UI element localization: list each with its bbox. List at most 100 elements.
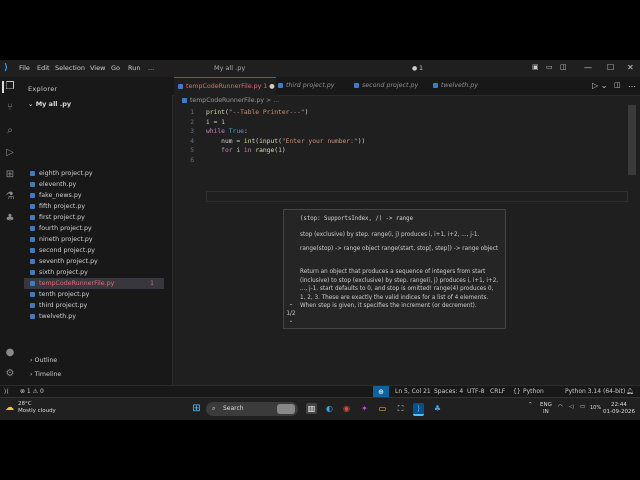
- menu-view[interactable]: View: [90, 64, 105, 72]
- pager-text: 1/2: [286, 311, 296, 317]
- run-debug-icon[interactable]: ▷: [4, 147, 16, 159]
- more-actions-icon[interactable]: …: [628, 80, 636, 89]
- menu-edit[interactable]: Edit: [37, 64, 50, 72]
- tray-chevron-icon[interactable]: ⌃: [528, 402, 533, 409]
- file-item[interactable]: twelveth.py: [24, 311, 164, 322]
- encoding[interactable]: UTF-8: [467, 388, 485, 395]
- menu-selection[interactable]: Selection: [55, 64, 85, 72]
- python-file-icon: [30, 269, 35, 275]
- folder-my-all[interactable]: ⌄ My all .py: [28, 100, 71, 108]
- cursor-position[interactable]: Ln 5, Col 21: [395, 388, 431, 395]
- language-mode[interactable]: Python: [523, 388, 544, 395]
- wifi-icon[interactable]: ◠: [558, 404, 563, 411]
- end-of-line[interactable]: CRLF: [490, 388, 505, 395]
- weather-temp: 28°C: [18, 401, 32, 407]
- task-view-icon[interactable]: ▥: [306, 403, 317, 414]
- pager-down-icon[interactable]: ⌄: [286, 318, 296, 325]
- chrome-icon[interactable]: ◉: [341, 403, 352, 414]
- signature-pager[interactable]: ⌃ 1/2 ⌄: [286, 304, 296, 325]
- python-interpreter[interactable]: Python 3.14 (64-bit): [565, 388, 625, 395]
- outline-section[interactable]: › Outline: [30, 357, 57, 364]
- edge-icon[interactable]: ◐: [324, 403, 335, 414]
- close-button[interactable]: ✕: [627, 63, 634, 72]
- panel-icon[interactable]: ▭: [546, 63, 553, 71]
- file-item[interactable]: sixth project.py: [24, 267, 164, 278]
- file-label: seventh project.py: [39, 258, 98, 265]
- bell-icon[interactable]: 🔔︎: [626, 388, 634, 395]
- minimize-button[interactable]: —: [584, 63, 592, 72]
- python-icon[interactable]: ♣: [4, 213, 16, 225]
- store-icon[interactable]: ⛶: [395, 403, 406, 414]
- title-bar: ⟩ File Edit Selection View Go Run ... My…: [0, 60, 640, 78]
- search-icon[interactable]: ⌕: [4, 125, 16, 137]
- file-item[interactable]: seventh project.py: [24, 256, 164, 267]
- volume-icon[interactable]: ◁: [569, 404, 573, 411]
- file-explorer-icon[interactable]: ▭: [377, 403, 388, 414]
- tab-second-project[interactable]: second project.py: [350, 77, 432, 95]
- run-file-icon[interactable]: ▷ ⌄: [592, 81, 607, 90]
- file-label: eighth project.py: [39, 170, 93, 177]
- layout-icon[interactable]: ▣: [532, 63, 539, 71]
- explorer-title: Explorer: [28, 85, 58, 93]
- tab-label: tempCodeRunnerFile.py: [186, 83, 262, 90]
- vscode-taskbar-icon[interactable]: ⟩: [413, 403, 424, 416]
- taskbar-search[interactable]: ⌕ Search: [206, 402, 298, 416]
- file-item[interactable]: fifth project.py: [24, 201, 164, 212]
- breadcrumb-text: tempCodeRunnerFile.py > ...: [190, 97, 280, 104]
- code-line[interactable]: for i in range(1): [206, 147, 286, 154]
- explorer-icon[interactable]: ❐: [2, 81, 16, 93]
- file-item[interactable]: tenth project.py: [24, 289, 164, 300]
- file-item[interactable]: third project.py: [24, 300, 164, 311]
- timeline-section[interactable]: › Timeline: [30, 371, 61, 378]
- indentation[interactable]: Spaces: 4: [434, 388, 463, 395]
- python-taskbar-icon[interactable]: ♣: [432, 403, 443, 414]
- sync-badge[interactable]: ● 1: [412, 65, 423, 72]
- tab-tempcoderunnerfile[interactable]: tempCodeRunnerFile.py 1 ●: [174, 77, 276, 96]
- account-icon[interactable]: ●: [4, 347, 16, 359]
- copilot-icon[interactable]: ✦: [359, 403, 370, 414]
- hover-line-2: range(stop) -> range object range(start,…: [300, 246, 499, 252]
- code-line[interactable]: print("--Table Printer---"): [206, 109, 308, 116]
- clock[interactable]: 22:44 01-09-2026: [603, 402, 635, 416]
- language-indicator[interactable]: ENG IN: [540, 402, 552, 416]
- windows-start-icon[interactable]: ⊞: [191, 403, 202, 414]
- file-item[interactable]: eighth project.py: [24, 168, 164, 179]
- code-line[interactable]: i = 1: [206, 119, 225, 126]
- testing-icon[interactable]: ⚗: [4, 191, 16, 203]
- weather-widget[interactable]: 28°C Mostly cloudy: [18, 401, 56, 415]
- file-item[interactable]: fake_news.py: [24, 190, 164, 201]
- source-control-icon[interactable]: ⑂: [4, 102, 16, 114]
- tab-label: twelveth.py: [441, 82, 479, 89]
- python-file-icon: [30, 192, 35, 198]
- problems-status[interactable]: ⊗ 1 ⚠ 0: [20, 388, 44, 395]
- editor-scrollbar[interactable]: [628, 105, 636, 175]
- settings-gear-icon[interactable]: ⚙: [4, 368, 16, 380]
- python-file-icon: [354, 82, 359, 88]
- tab-third-project[interactable]: third project.py: [274, 77, 348, 95]
- python-file-icon: [182, 97, 187, 103]
- weather-icon[interactable]: ☁: [5, 403, 14, 413]
- search-label: Search: [223, 405, 244, 412]
- remote-icon[interactable]: ⟩⟨: [4, 388, 9, 395]
- file-item[interactable]: second project.py: [24, 245, 164, 256]
- file-item[interactable]: eleventh.py: [24, 179, 164, 190]
- pager-up-icon[interactable]: ⌃: [286, 304, 296, 311]
- code-line[interactable]: while True:: [206, 128, 248, 135]
- maximize-button[interactable]: ☐: [607, 63, 614, 72]
- menu-file[interactable]: File: [19, 64, 30, 72]
- file-item[interactable]: fourth project.py: [24, 223, 164, 234]
- split-icon[interactable]: ◫: [560, 63, 567, 71]
- battery-icon[interactable]: ▭: [580, 404, 585, 411]
- split-editor-icon[interactable]: ◫: [614, 81, 621, 89]
- extensions-icon[interactable]: ⊞: [4, 169, 16, 181]
- breadcrumb[interactable]: tempCodeRunnerFile.py > ...: [182, 97, 279, 104]
- file-item[interactable]: tempCodeRunnerFile.py 1: [24, 278, 164, 289]
- menu-more[interactable]: ...: [148, 64, 154, 72]
- menu-go[interactable]: Go: [111, 64, 120, 72]
- file-item[interactable]: first project.py: [24, 212, 164, 223]
- tab-twelveth[interactable]: twelveth.py: [429, 77, 491, 95]
- file-item[interactable]: nineth project.py: [24, 234, 164, 245]
- code-line[interactable]: num = int(input("Enter your number:")): [206, 138, 365, 145]
- menu-run[interactable]: Run: [128, 64, 140, 72]
- braces-icon[interactable]: {}: [513, 388, 521, 395]
